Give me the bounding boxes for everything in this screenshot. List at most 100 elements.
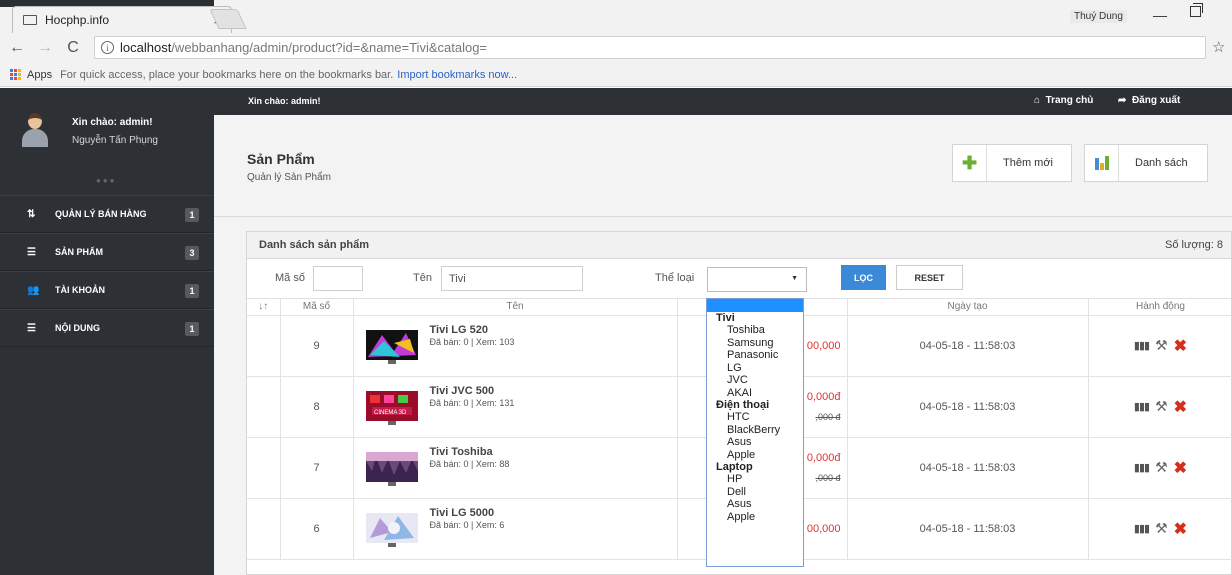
sidebar-item-label: NỘI DUNG <box>55 323 100 333</box>
name-filter-input[interactable] <box>441 266 583 291</box>
dropdown-option-empty[interactable] <box>707 299 803 312</box>
id-column-header[interactable]: Mã số <box>279 299 354 316</box>
product-thumbnail[interactable] <box>363 511 420 548</box>
filter-button[interactable]: LỌC <box>841 265 886 290</box>
browser-tab[interactable]: Hocphp.info × <box>12 6 232 33</box>
dropdown-option[interactable]: Samsung <box>707 337 803 350</box>
add-new-label: Thêm mới <box>1003 157 1053 169</box>
sidebar-badge: 3 <box>185 246 199 260</box>
dropdown-option[interactable]: AKAI <box>707 387 803 400</box>
reload-icon[interactable]: C <box>62 39 84 57</box>
view-icon[interactable]: ▮▮▮ <box>1134 339 1150 352</box>
sidebar-user-name: Nguyễn Tấn Phụng <box>72 135 158 146</box>
edit-icon[interactable]: ⚒ <box>1155 520 1168 537</box>
product-name[interactable]: Tivi Toshiba <box>430 446 510 458</box>
delete-icon[interactable]: ✖ <box>1174 519 1187 539</box>
view-icon[interactable]: ▮▮▮ <box>1134 522 1150 535</box>
product-id: 7 <box>279 436 354 499</box>
plus-icon: ✚ <box>953 145 987 181</box>
dropdown-option[interactable]: Apple <box>707 511 803 524</box>
dropdown-option[interactable]: HP <box>707 473 803 486</box>
restore-icon[interactable] <box>1190 3 1203 17</box>
add-new-button[interactable]: ✚ Thêm mới <box>952 144 1072 182</box>
name-column-header[interactable]: Tên <box>352 299 678 316</box>
product-thumbnail[interactable] <box>363 328 420 365</box>
bookmark-star-icon[interactable]: ☆ <box>1212 38 1225 56</box>
panel-title: Danh sách sản phẩm <box>259 239 370 251</box>
id-filter-input[interactable] <box>313 266 363 291</box>
logout-link[interactable]: ➦ Đăng xuất <box>1118 95 1180 106</box>
separator-dots: ●●● <box>96 176 117 185</box>
dropdown-group-label: Điện thoại <box>716 399 770 411</box>
forward-icon[interactable]: → <box>34 39 56 57</box>
delete-icon[interactable]: ✖ <box>1174 458 1187 478</box>
row-checkbox-cell[interactable] <box>247 314 281 377</box>
delete-icon[interactable]: ✖ <box>1174 397 1187 417</box>
reset-button[interactable]: RESET <box>896 265 963 290</box>
sidebar-item-sales[interactable]: ⇅ QUẢN LÝ BÁN HÀNG 1 <box>0 195 214 233</box>
row-checkbox-cell[interactable] <box>247 436 281 499</box>
apps-grid-icon[interactable] <box>10 69 21 80</box>
delete-icon[interactable]: ✖ <box>1174 336 1187 356</box>
product-name[interactable]: Tivi LG 520 <box>430 324 515 336</box>
sidebar-item-products[interactable]: ☰ SẢN PHẨM 3 <box>0 233 214 271</box>
product-thumbnail[interactable]: CINEMA 3D <box>363 389 420 426</box>
sidebar-item-accounts[interactable]: 👥 TÀI KHOẢN 1 <box>0 271 214 309</box>
edit-icon[interactable]: ⚒ <box>1155 337 1168 354</box>
import-bookmarks-link[interactable]: Import bookmarks now... <box>397 69 517 81</box>
home-link[interactable]: ⌂ Trang chủ <box>1034 95 1093 106</box>
product-thumbnail[interactable] <box>363 450 420 487</box>
dropdown-option[interactable]: LG <box>707 362 803 375</box>
url-host: localhost <box>120 40 172 55</box>
edit-icon[interactable]: ⚒ <box>1155 459 1168 476</box>
back-icon[interactable]: ← <box>6 39 28 57</box>
minimize-icon[interactable]: — <box>1153 7 1167 23</box>
row-checkbox-cell[interactable] <box>247 497 281 560</box>
product-stats: Đã bán: 0 | Xem: 103 <box>429 336 515 347</box>
tab-title: Hocphp.info <box>45 13 110 27</box>
sort-column-header[interactable]: ↓↑ <box>247 299 281 316</box>
apps-link[interactable]: Apps <box>27 69 52 81</box>
id-filter-label: Mã số <box>275 272 305 284</box>
grid-icon: ☰ <box>27 322 36 334</box>
created-date: 04-05-18 - 11:58:03 <box>846 314 1089 377</box>
dropdown-option[interactable]: Asus <box>707 436 803 449</box>
page-icon <box>23 15 37 25</box>
dropdown-option[interactable]: BlackBerry <box>707 424 803 437</box>
filter-bar: Mã số Tên Thể loại ▼ LỌC RESET <box>247 259 1231 299</box>
dropdown-option[interactable]: Panasonic <box>707 349 803 362</box>
bar-chart-icon <box>1085 145 1119 181</box>
dropdown-option[interactable]: Toshiba <box>707 324 803 337</box>
dropdown-option[interactable]: JVC <box>707 374 803 387</box>
divider <box>214 216 1232 217</box>
product-id: 6 <box>279 497 354 560</box>
browser-tabstrip: Hocphp.info × Thuý Dung — <box>0 0 1232 33</box>
info-icon[interactable]: i <box>101 41 114 54</box>
list-button[interactable]: Danh sách <box>1084 144 1208 182</box>
date-column-header[interactable]: Ngày tạo <box>846 299 1089 316</box>
dropdown-option[interactable]: Apple <box>707 449 803 462</box>
admin-sidebar: Xin chào: admin! Nguyễn Tấn Phụng ●●● ⇅ … <box>0 88 214 575</box>
sidebar-item-label: SẢN PHẨM <box>55 247 104 257</box>
topbar-greeting: Xin chào: admin! <box>248 96 321 106</box>
catalog-select[interactable]: ▼ <box>707 267 807 292</box>
product-name[interactable]: Tivi LG 5000 <box>430 507 505 519</box>
sidebar-badge: 1 <box>185 208 199 222</box>
dropdown-option[interactable]: Dell <box>707 486 803 499</box>
edit-icon[interactable]: ⚒ <box>1155 398 1168 415</box>
actions-column-header: Hành động <box>1087 299 1232 316</box>
row-checkbox-cell[interactable] <box>247 375 281 438</box>
url-bar[interactable]: i localhost/webbanhang/admin/product?id=… <box>94 36 1206 59</box>
product-name[interactable]: Tivi JVC 500 <box>430 385 515 397</box>
address-toolbar: ← → C i localhost/webbanhang/admin/produ… <box>0 33 1232 63</box>
chevron-down-icon: ▼ <box>791 275 798 282</box>
dropdown-option[interactable]: HTC <box>707 411 803 424</box>
view-icon[interactable]: ▮▮▮ <box>1134 400 1150 413</box>
profile-name[interactable]: Thuý Dung <box>1070 10 1127 23</box>
grid-icon: ☰ <box>27 246 36 258</box>
sidebar-item-content[interactable]: ☰ NỘI DUNG 1 <box>0 309 214 347</box>
dropdown-option[interactable]: Asus <box>707 498 803 511</box>
product-id: 9 <box>279 314 354 377</box>
view-icon[interactable]: ▮▮▮ <box>1134 461 1150 474</box>
url-path: /webbanhang/admin/product?id=&name=Tivi&… <box>171 40 488 55</box>
